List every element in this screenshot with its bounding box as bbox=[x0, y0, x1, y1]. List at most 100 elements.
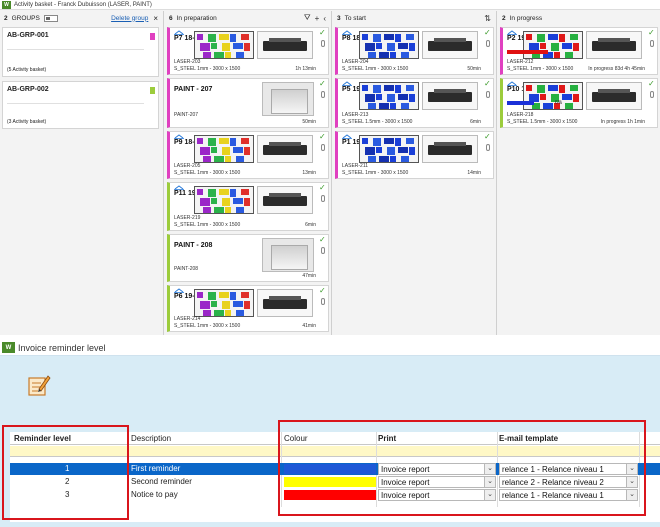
cell-description[interactable]: Second reminder bbox=[131, 477, 192, 486]
attachment-icon[interactable] bbox=[486, 144, 490, 151]
nested-part bbox=[211, 198, 217, 204]
nested-part bbox=[365, 94, 375, 102]
group-card-2[interactable]: AB-GRP-002 (3 Activity basket) bbox=[2, 81, 159, 129]
nested-part bbox=[565, 103, 573, 109]
groups-toggle[interactable] bbox=[43, 14, 58, 22]
check-icon: ✓ bbox=[648, 79, 655, 88]
attachment-icon[interactable] bbox=[321, 298, 325, 305]
filter-row[interactable] bbox=[10, 446, 660, 457]
table-row[interactable]: 1 First reminder Invoice report ⌄ relance 1 … bbox=[10, 463, 660, 475]
sort-icon[interactable]: ⇅ bbox=[484, 14, 491, 23]
nested-part bbox=[376, 43, 382, 49]
nested-part bbox=[368, 52, 376, 58]
nested-part bbox=[390, 103, 396, 109]
cell-level[interactable]: 1 bbox=[65, 464, 69, 473]
nested-part bbox=[203, 156, 211, 162]
chevron-down-icon[interactable]: ⌄ bbox=[626, 464, 637, 474]
attachment-icon[interactable] bbox=[650, 91, 654, 98]
job-card[interactable]: P7 18-12-19.dn✓LASER-203S_STEEL 1mm - 30… bbox=[167, 27, 329, 75]
nesting-thumbnail bbox=[194, 289, 254, 317]
nested-part bbox=[387, 147, 395, 155]
chevron-left-icon[interactable]: ‹ bbox=[323, 14, 326, 23]
nested-part bbox=[551, 43, 559, 51]
nested-part bbox=[219, 34, 229, 40]
chevron-down-icon[interactable]: ⌄ bbox=[484, 464, 495, 474]
add-icon[interactable]: + bbox=[315, 14, 320, 23]
col-header-email[interactable]: E-mail template bbox=[499, 434, 558, 443]
job-card[interactable]: P8 18-12-19.dn✓LASER-204S_STEEL 1mm - 30… bbox=[335, 27, 494, 75]
col-header-print[interactable]: Print bbox=[378, 434, 396, 443]
attachment-icon[interactable] bbox=[321, 91, 325, 98]
delete-group-link[interactable]: Delete group bbox=[111, 15, 148, 22]
filter-icon[interactable]: ⛛ bbox=[304, 13, 311, 23]
nested-part bbox=[409, 147, 415, 155]
column-label: To start bbox=[344, 14, 366, 22]
nested-part bbox=[543, 103, 553, 109]
col-header-level[interactable]: Reminder level bbox=[14, 434, 71, 443]
attachment-icon[interactable] bbox=[321, 195, 325, 202]
colour-swatch[interactable] bbox=[284, 490, 376, 500]
job-card[interactable]: PAINT - 207 ✓ PAINT-207 50min bbox=[167, 78, 329, 128]
check-icon: ✓ bbox=[484, 132, 491, 141]
cell-description[interactable]: Notice to pay bbox=[131, 490, 178, 499]
nested-part bbox=[554, 52, 560, 58]
attachment-icon[interactable] bbox=[486, 40, 490, 47]
job-card[interactable]: PAINT - 208 ✓ PAINT-208 47min bbox=[167, 234, 329, 282]
colour-swatch[interactable] bbox=[284, 477, 376, 487]
job-card[interactable]: P10 19-12.drg✓6%LASER-218S_STEEL 1.5mm -… bbox=[500, 78, 658, 128]
nested-part bbox=[219, 138, 229, 144]
email-template-dropdown[interactable]: relance 2 - Relance niveau 2 ⌄ bbox=[499, 476, 638, 488]
group-card-1[interactable]: AB-GRP-001 (5 Activity basket) bbox=[2, 27, 159, 77]
job-card[interactable]: P5 19-12.drg✓LASER-213S_STEEL 1.5mm - 30… bbox=[335, 78, 494, 128]
job-material: S_STEEL 1.5mm - 3000 x 1500 bbox=[342, 119, 413, 125]
attachment-icon[interactable] bbox=[650, 40, 654, 47]
col-header-colour[interactable]: Colour bbox=[284, 434, 308, 443]
nested-part bbox=[537, 34, 545, 42]
colour-swatch[interactable] bbox=[284, 464, 376, 474]
job-duration: 47min bbox=[302, 273, 316, 279]
print-dropdown[interactable]: Invoice report ⌄ bbox=[378, 463, 496, 475]
email-template-dropdown[interactable]: relance 1 - Relance niveau 1 ⌄ bbox=[499, 489, 638, 501]
table-row[interactable]: 3 Notice to pay Invoice report ⌄ relance 1 -… bbox=[10, 489, 660, 501]
print-dropdown[interactable]: Invoice report ⌄ bbox=[378, 489, 496, 501]
attachment-icon[interactable] bbox=[321, 40, 325, 47]
table-row[interactable]: 2 Second reminder Invoice report ⌄ relance 2… bbox=[10, 476, 660, 488]
cell-level[interactable]: 3 bbox=[65, 490, 69, 499]
col-header-description[interactable]: Description bbox=[131, 434, 171, 443]
edit-icon[interactable] bbox=[27, 373, 51, 397]
nested-part bbox=[368, 156, 376, 162]
nested-part bbox=[233, 147, 243, 153]
cell-description[interactable]: First reminder bbox=[131, 464, 180, 473]
job-card[interactable]: P11 19-12.drg✓LASER-219S_STEEL 1mm - 300… bbox=[167, 182, 329, 231]
job-duration: 13min bbox=[302, 170, 316, 176]
chevron-down-icon[interactable]: ⌄ bbox=[626, 490, 637, 500]
job-card[interactable]: P2 19-12.drg✓LASER-212S_STEEL 1mm - 3000… bbox=[500, 27, 658, 75]
check-icon: ✓ bbox=[484, 79, 491, 88]
job-card[interactable]: P9 18-12-19.drg✓LASER-205S_STEEL 1mm - 3… bbox=[167, 131, 329, 179]
chevron-down-icon[interactable]: ⌄ bbox=[626, 477, 637, 487]
nested-part bbox=[376, 147, 382, 153]
attachment-icon[interactable] bbox=[486, 91, 490, 98]
attachment-icon[interactable] bbox=[321, 144, 325, 151]
activity-window-title: Activity basket - Franck Dubuisson (LASE… bbox=[14, 1, 152, 8]
group-name: AB-GRP-001 bbox=[7, 32, 49, 39]
nested-part bbox=[225, 52, 231, 58]
chevron-down-icon[interactable]: ⌄ bbox=[484, 490, 495, 500]
job-material: S_STEEL 1mm - 3000 x 1500 bbox=[174, 222, 241, 228]
nested-part bbox=[526, 34, 532, 40]
nested-part bbox=[559, 34, 565, 42]
email-template-dropdown[interactable]: relance 1 - Relance niveau 1 ⌄ bbox=[499, 463, 638, 475]
nested-part bbox=[241, 292, 249, 298]
job-card[interactable]: P6 19-12.drg✓LASER-214S_STEEL 1mm - 3000… bbox=[167, 285, 329, 332]
chevron-down-icon[interactable]: ⌄ bbox=[484, 477, 495, 487]
group-divider bbox=[7, 49, 144, 50]
check-icon: ✓ bbox=[319, 235, 326, 244]
check-icon: ✓ bbox=[319, 132, 326, 141]
close-icon[interactable]: × bbox=[153, 14, 158, 23]
nested-part bbox=[241, 189, 249, 195]
nested-part bbox=[373, 85, 381, 93]
cell-level[interactable]: 2 bbox=[65, 477, 69, 486]
job-card[interactable]: P1 19-12.drg✓LASER-211S_STEEL 1mm - 3000… bbox=[335, 131, 494, 179]
print-dropdown[interactable]: Invoice report ⌄ bbox=[378, 476, 496, 488]
attachment-icon[interactable] bbox=[321, 247, 325, 254]
